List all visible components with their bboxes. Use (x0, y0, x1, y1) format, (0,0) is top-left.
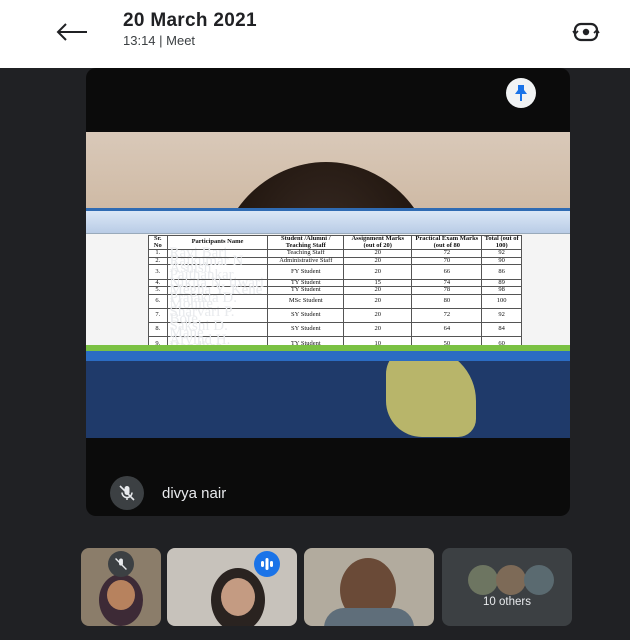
table-cell: 92 (481, 307, 522, 324)
others-thumbnail[interactable]: 10 others (442, 548, 572, 626)
participant-face (107, 580, 135, 610)
table-cell: MSc Student (267, 293, 345, 309)
table-cell: 3. (148, 264, 168, 280)
table-cell: 100 (481, 293, 522, 309)
others-avatar (468, 565, 498, 595)
table-cell: 20 (343, 322, 413, 338)
participant-name-bar: divya nair (110, 476, 226, 510)
participant-face (221, 578, 255, 616)
col-header-sr-no: Sr. No (148, 234, 168, 251)
table-cell: 2. (148, 256, 168, 266)
table-cell: 86 (481, 264, 522, 280)
others-avatar (524, 565, 554, 595)
table-cell: 98 (481, 286, 522, 295)
table-cell: 84 (481, 322, 522, 338)
table-cell: 6. (148, 293, 168, 309)
switch-camera-icon[interactable] (568, 16, 604, 48)
spreadsheet-ribbon (86, 211, 570, 234)
table-cell: 80 (411, 293, 483, 309)
table-cell: 64 (411, 322, 483, 338)
table-cell: FY Student (267, 264, 345, 280)
others-count-label: 10 others (483, 596, 531, 608)
table-cell: 78 (411, 286, 483, 295)
participant-thumbnail[interactable] (81, 548, 161, 626)
table-cell: 20 (343, 293, 413, 309)
back-arrow-icon[interactable] (52, 16, 92, 48)
mic-off-icon (110, 476, 144, 510)
others-avatar (496, 565, 526, 595)
shared-screen-spreadsheet: Sr. No Participants Name Student /Alumni… (86, 208, 570, 361)
table-cell: 70 (411, 256, 483, 266)
table-cell: 20 (343, 286, 413, 295)
table-cell: SY Student (267, 307, 345, 324)
participant-name: divya nair (162, 484, 227, 502)
participant-shirt (324, 608, 414, 626)
windows-taskbar (86, 351, 570, 361)
meeting-date-title: 20 March 2021 (123, 10, 257, 31)
table-cell: 20 (343, 307, 413, 324)
table-cell: 66 (411, 264, 483, 280)
mic-off-icon (108, 551, 134, 577)
table-cell: 7. (148, 307, 168, 324)
table-cell: TY Student (267, 286, 345, 295)
participant-thumbnail[interactable] (167, 548, 297, 626)
table-cell: SY Student (267, 322, 345, 338)
marks-table: Sr. No Participants Name Student /Alumni… (148, 234, 522, 355)
main-participant-tile[interactable]: Sr. No Participants Name Student /Alumni… (86, 68, 570, 516)
speaking-indicator-icon (254, 551, 280, 577)
col-header-assignment-marks: Assignment Marks (out of 20) (343, 234, 413, 251)
table-cell: Administrative Staff (267, 256, 345, 266)
top-app-bar: 20 March 2021 13:14 | Meet (0, 0, 630, 68)
table-cell: 20 (343, 264, 413, 280)
col-header-total: Total (out of 100) (481, 234, 522, 251)
table-cell: 20 (343, 256, 413, 266)
participant-thumbnail[interactable] (304, 548, 434, 626)
table-cell: 72 (411, 307, 483, 324)
col-header-category: Student /Alumni / Teaching Staff (267, 234, 345, 251)
pin-icon[interactable] (506, 78, 536, 108)
col-header-practical-marks: Practical Exam Marks (out of 80 (411, 234, 483, 251)
meeting-time-subtitle: 13:14 | Meet (123, 33, 196, 48)
table-cell: 90 (481, 256, 522, 266)
participant-video: Sr. No Participants Name Student /Alumni… (86, 132, 570, 438)
participant-clothing (86, 357, 570, 438)
table-cell: 5. (148, 286, 168, 295)
table-cell: 8. (148, 322, 168, 338)
